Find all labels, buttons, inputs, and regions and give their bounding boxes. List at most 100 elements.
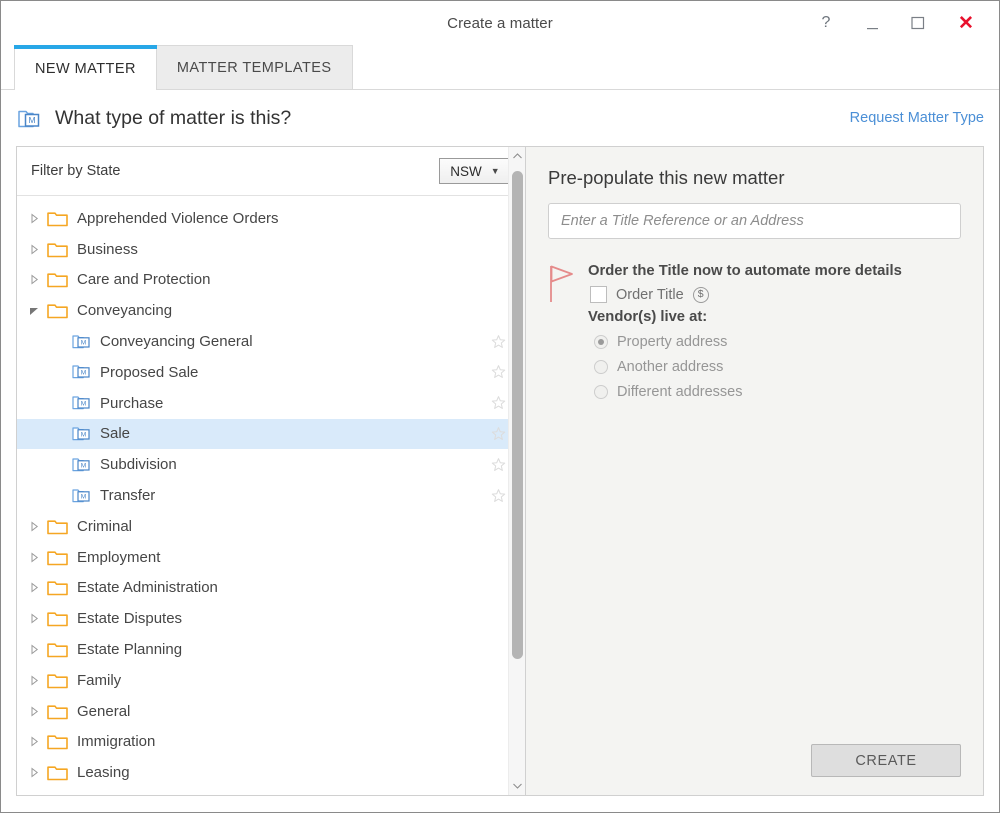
filter-bar: Filter by State NSW ▼ xyxy=(17,147,525,196)
collapse-arrow-icon[interactable] xyxy=(29,305,47,316)
scrollbar-track[interactable] xyxy=(509,165,526,777)
order-title-checkbox-label: Order Title xyxy=(616,287,684,303)
vendor-address-radio-group[interactable]: Property address Another address Different… xyxy=(588,329,961,404)
tree-row-general[interactable]: General xyxy=(17,696,525,727)
minimize-glyph xyxy=(866,21,879,31)
radio-property-address[interactable]: Property address xyxy=(588,329,961,354)
expand-arrow-icon[interactable] xyxy=(29,552,47,563)
title-reference-input[interactable] xyxy=(548,203,961,239)
svg-text:M: M xyxy=(81,401,87,408)
expand-arrow-icon[interactable] xyxy=(29,736,47,747)
tree-row-subdivision[interactable]: MSubdivision xyxy=(17,449,525,480)
radio-different-addresses[interactable]: Different addresses xyxy=(588,379,961,404)
tab-matter-templates[interactable]: MATTER TEMPLATES xyxy=(156,45,353,89)
tree-row-family[interactable]: Family xyxy=(17,665,525,696)
tree-row-label: Conveyancing General xyxy=(100,333,253,350)
radio-label: Different addresses xyxy=(617,384,742,400)
expand-arrow-icon[interactable] xyxy=(29,582,47,593)
tab-new-matter[interactable]: NEW MATTER xyxy=(14,45,157,89)
tree-row-label: Conveyancing xyxy=(77,302,172,319)
order-title-block: Order the Title now to automate more det… xyxy=(548,263,961,404)
page-title: What type of matter is this? xyxy=(55,107,291,130)
tree-row-transfer[interactable]: M Transfer xyxy=(17,480,525,511)
radio-button[interactable] xyxy=(594,385,608,399)
tree-row-label: Criminal xyxy=(77,518,132,535)
request-matter-type-link[interactable]: Request Matter Type xyxy=(850,110,984,126)
radio-label: Another address xyxy=(617,359,723,375)
tree-row-label: Estate Administration xyxy=(77,579,218,596)
expand-arrow-icon[interactable] xyxy=(29,274,47,285)
svg-text:M: M xyxy=(81,462,87,469)
tree-row-apprehended-violence-orders[interactable]: Apprehended Violence Orders xyxy=(17,203,525,234)
order-title-checkbox-row[interactable]: Order Title $ xyxy=(588,286,961,303)
radio-button[interactable] xyxy=(594,335,608,349)
scroll-down-icon[interactable] xyxy=(509,777,526,795)
filter-by-state-label: Filter by State xyxy=(31,163,120,179)
expand-arrow-icon[interactable] xyxy=(29,213,47,224)
svg-text:M: M xyxy=(81,339,87,346)
expand-arrow-icon[interactable] xyxy=(29,613,47,624)
order-title-content: Order the Title now to automate more det… xyxy=(588,263,961,404)
minimize-icon[interactable] xyxy=(849,5,895,41)
expand-arrow-icon[interactable] xyxy=(29,244,47,255)
tree-row-employment[interactable]: Employment xyxy=(17,542,525,573)
tree-row-label: General xyxy=(77,703,130,720)
vendor-live-at-heading: Vendor(s) live at: xyxy=(588,309,961,325)
cost-badge-icon: $ xyxy=(693,287,709,303)
tree-row-proposed-sale[interactable]: MProposed Sale xyxy=(17,357,525,388)
expand-arrow-icon[interactable] xyxy=(29,706,47,717)
help-icon[interactable]: ? xyxy=(803,5,849,41)
state-dropdown[interactable]: NSW ▼ xyxy=(439,158,511,184)
tree-scrollbar[interactable] xyxy=(508,147,525,795)
expand-arrow-icon[interactable] xyxy=(29,767,47,778)
tree-row-estate-administration[interactable]: Estate Administration xyxy=(17,573,525,604)
matter-type-tree[interactable]: Apprehended Violence Orders Business Care … xyxy=(17,196,525,795)
tree-row-label: Care and Protection xyxy=(77,271,210,288)
chevron-down-icon: ▼ xyxy=(491,167,500,176)
tab-new-matter-label: NEW MATTER xyxy=(35,61,136,77)
page-heading-row: M What type of matter is this? Request M… xyxy=(1,90,999,146)
tree-row-conveyancing-general[interactable]: M Conveyancing General xyxy=(17,326,525,357)
tree-row-leasing[interactable]: Leasing xyxy=(17,757,525,788)
radio-another-address[interactable]: Another address xyxy=(588,354,961,379)
tree-row-label: Purchase xyxy=(100,395,163,412)
maximize-icon[interactable] xyxy=(895,5,941,41)
svg-text:M: M xyxy=(81,493,87,500)
maximize-glyph xyxy=(911,16,925,30)
tree-row-business[interactable]: Business xyxy=(17,234,525,265)
expand-arrow-icon[interactable] xyxy=(29,675,47,686)
tree-row-sale[interactable]: MSale xyxy=(17,419,525,450)
order-title-heading: Order the Title now to automate more det… xyxy=(588,263,961,279)
tree-row-immigration[interactable]: Immigration xyxy=(17,727,525,758)
create-button[interactable]: CREATE xyxy=(811,744,961,777)
state-dropdown-value: NSW xyxy=(450,164,482,179)
tree-row-label: Estate Disputes xyxy=(77,610,182,627)
order-title-checkbox[interactable] xyxy=(590,286,607,303)
matter-type-icon: M xyxy=(17,105,43,131)
create-matter-window: Create a matter ? ✕ NEW MATTER MATTER TE… xyxy=(0,0,1000,813)
scroll-up-icon[interactable] xyxy=(509,147,526,165)
tree-row-label: Transfer xyxy=(100,487,155,504)
main-body: Filter by State NSW ▼ Apprehended Violen… xyxy=(1,146,999,812)
scrollbar-thumb[interactable] xyxy=(512,171,523,659)
radio-button[interactable] xyxy=(594,360,608,374)
matter-type-tree-panel: Filter by State NSW ▼ Apprehended Violen… xyxy=(16,146,526,796)
tree-row-estate-disputes[interactable]: Estate Disputes xyxy=(17,603,525,634)
panel-spacer xyxy=(548,404,961,744)
tree-row-label: Apprehended Violence Orders xyxy=(77,210,279,227)
tab-matter-templates-label: MATTER TEMPLATES xyxy=(177,60,332,76)
svg-text:M: M xyxy=(28,115,35,125)
svg-text:M: M xyxy=(81,370,87,377)
tree-row-purchase[interactable]: M Purchase xyxy=(17,388,525,419)
expand-arrow-icon[interactable] xyxy=(29,644,47,655)
radio-label: Property address xyxy=(617,334,727,350)
svg-text:M: M xyxy=(81,432,87,439)
tree-row-criminal[interactable]: Criminal xyxy=(17,511,525,542)
tree-row-care-and-protection[interactable]: Care and Protection xyxy=(17,265,525,296)
pre-populate-panel: Pre-populate this new matter Order the T… xyxy=(526,146,984,796)
expand-arrow-icon[interactable] xyxy=(29,521,47,532)
tree-row-conveyancing[interactable]: Conveyancing xyxy=(17,295,525,326)
pre-populate-title: Pre-populate this new matter xyxy=(548,167,961,189)
tree-row-estate-planning[interactable]: Estate Planning xyxy=(17,634,525,665)
close-icon[interactable]: ✕ xyxy=(941,5,991,41)
